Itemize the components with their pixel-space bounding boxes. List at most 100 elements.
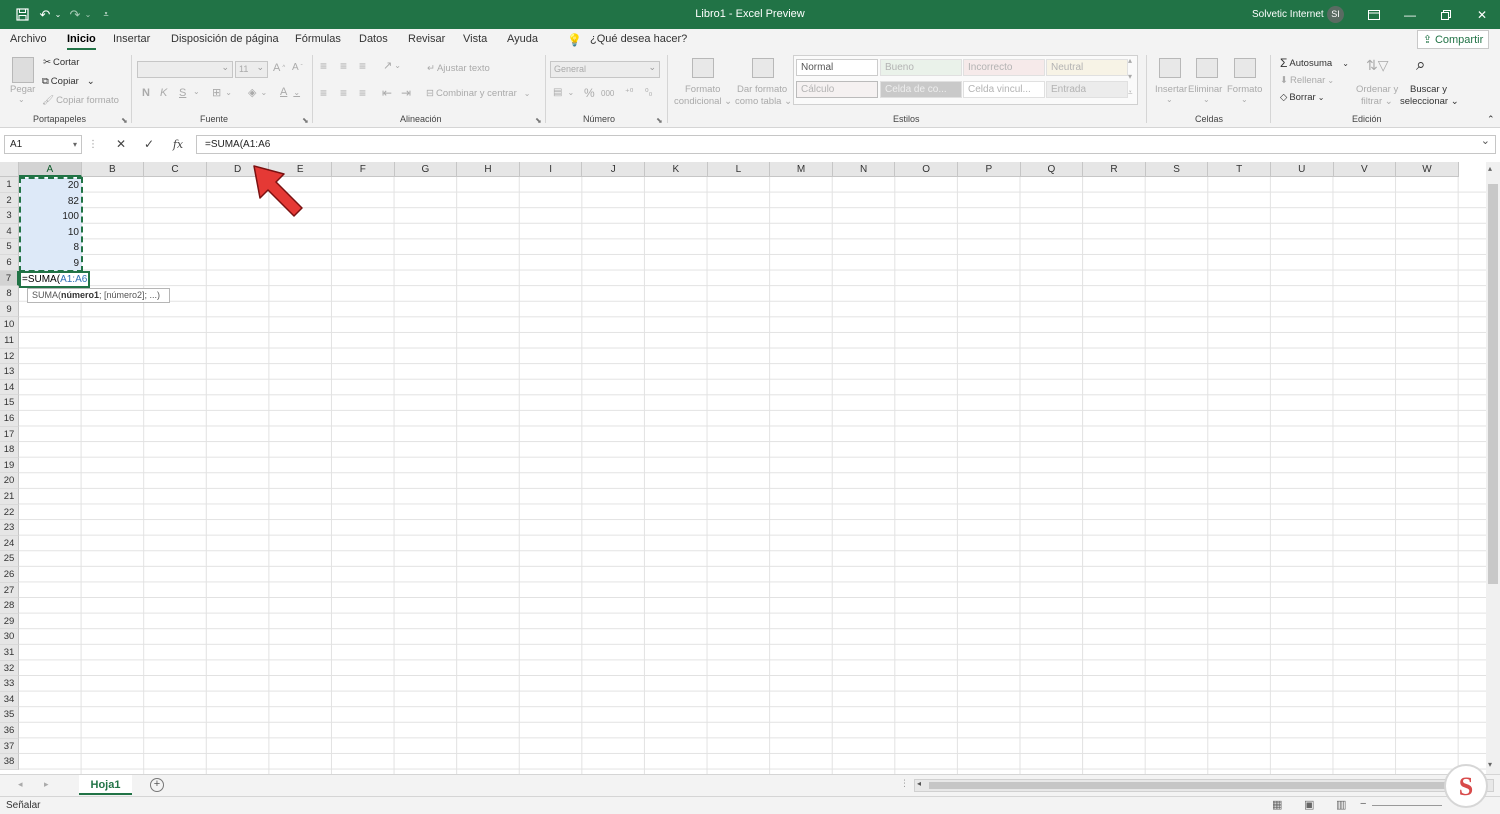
row-header-22[interactable]: 22 xyxy=(0,504,19,521)
delete-cells-button[interactable]: Eliminar xyxy=(1188,84,1222,95)
find-select-button[interactable]: seleccionar ⌄ xyxy=(1400,96,1459,107)
row-header-29[interactable]: 29 xyxy=(0,613,19,630)
tab-vista[interactable]: Vista xyxy=(463,33,487,45)
paste-button[interactable]: Pegar xyxy=(10,84,35,95)
row-header-28[interactable]: 28 xyxy=(0,598,19,614)
column-header-f[interactable]: F xyxy=(332,162,395,177)
tab-insertar[interactable]: Insertar xyxy=(113,33,150,45)
row-header-36[interactable]: 36 xyxy=(0,723,19,739)
style-incorrecto[interactable]: Incorrecto xyxy=(963,59,1045,76)
conditional-format-label[interactable]: Formato xyxy=(685,84,720,95)
tab-formulas[interactable]: Fórmulas xyxy=(295,33,341,45)
prev-sheet-icon[interactable]: ◂ xyxy=(18,779,23,790)
column-header-u[interactable]: U xyxy=(1271,162,1334,177)
column-header-a[interactable]: A xyxy=(19,162,82,177)
cell-a7-editing[interactable]: =SUMA(A1:A6 xyxy=(19,271,90,288)
sort-filter-button[interactable]: filtrar ⌄ xyxy=(1361,96,1393,107)
style-entrada[interactable]: Entrada xyxy=(1046,81,1128,98)
delete-cells-icon[interactable] xyxy=(1196,58,1218,78)
fill-color-icon[interactable]: ◈ ⌄ xyxy=(248,86,267,99)
copy-button[interactable]: ⧉ Copiar ⌄ xyxy=(42,76,95,87)
row-header-16[interactable]: 16 xyxy=(0,411,19,427)
decrease-indent-icon[interactable]: ⇤ xyxy=(382,86,392,100)
increase-indent-icon[interactable]: ⇥ xyxy=(401,86,411,100)
scroll-left-icon[interactable]: ◂ xyxy=(917,779,921,788)
borders-icon[interactable]: ⊞ ⌄ xyxy=(212,86,232,99)
column-header-j[interactable]: J xyxy=(582,162,645,177)
hscroll-thumb[interactable] xyxy=(929,782,1449,789)
style-bueno[interactable]: Bueno xyxy=(880,59,962,76)
number-launcher-icon[interactable]: ⬊ xyxy=(656,116,663,125)
underline-dropdown-icon[interactable]: ⌄ xyxy=(193,87,200,96)
italic-button[interactable]: K xyxy=(160,87,167,99)
share-button[interactable]: ⇪ Compartir xyxy=(1417,30,1489,49)
row-header-1[interactable]: 1 xyxy=(0,177,19,193)
row-header-8[interactable]: 8 xyxy=(0,286,19,302)
grow-font-icon[interactable]: A ^ xyxy=(273,62,285,74)
format-dropdown-icon[interactable]: ⌄ xyxy=(1241,95,1248,104)
format-cells-button[interactable]: Formato xyxy=(1227,84,1262,95)
row-header-23[interactable]: 23 xyxy=(0,520,19,536)
row-header-19[interactable]: 19 xyxy=(0,457,19,474)
column-header-l[interactable]: L xyxy=(707,162,771,177)
column-header-b[interactable]: B xyxy=(81,162,145,177)
search-icon[interactable]: ⌕ xyxy=(1416,55,1426,75)
tab-inicio[interactable]: Inicio xyxy=(67,33,96,50)
row-header-34[interactable]: 34 xyxy=(0,691,19,708)
zoom-slider[interactable] xyxy=(1372,805,1442,806)
ribbon-display-icon[interactable] xyxy=(1356,0,1392,29)
column-header-h[interactable]: H xyxy=(457,162,520,177)
tab-disposicion[interactable]: Disposición de página xyxy=(171,33,279,45)
row-header-5[interactable]: 5 xyxy=(0,239,19,255)
row-header-35[interactable]: 35 xyxy=(0,707,19,723)
restore-icon[interactable] xyxy=(1428,0,1464,29)
row-header-31[interactable]: 31 xyxy=(0,645,19,661)
spreadsheet-grid[interactable]: ABCDEFGHIJKLMNOPQRSTUVW 1 2 3 4 5 6 7 8 9 10 11 12 1… xyxy=(0,162,1500,774)
align-left-icon[interactable]: ≡ xyxy=(320,86,327,100)
column-header-w[interactable]: W xyxy=(1396,162,1459,177)
row-header-38[interactable]: 38 xyxy=(0,754,19,770)
find-label[interactable]: Buscar y xyxy=(1410,84,1447,95)
cell-area[interactable] xyxy=(19,177,1486,774)
close-icon[interactable]: ✕ xyxy=(1464,0,1500,29)
row-header-30[interactable]: 30 xyxy=(0,629,19,645)
tab-datos[interactable]: Datos xyxy=(359,33,388,45)
column-header-k[interactable]: K xyxy=(645,162,708,177)
autosum-button[interactable]: Σ Autosuma ⌄ xyxy=(1280,56,1349,70)
clear-button[interactable]: ◇ Borrar ⌄ xyxy=(1280,92,1324,103)
format-painter-button[interactable]: 🖌 Copiar formato xyxy=(42,95,119,106)
align-right-icon[interactable]: ≡ xyxy=(359,86,366,100)
column-header-g[interactable]: G xyxy=(394,162,458,177)
insert-cells-button[interactable]: Insertar xyxy=(1155,84,1187,95)
align-top-icon[interactable]: ≡ xyxy=(320,59,327,73)
accounting-icon[interactable]: ▤ ⌄ xyxy=(553,87,574,98)
row-header-24[interactable]: 24 xyxy=(0,535,19,552)
align-bottom-icon[interactable]: ≡ xyxy=(359,59,366,73)
row-header-4[interactable]: 4 xyxy=(0,223,19,240)
scroll-thumb[interactable] xyxy=(1488,184,1498,584)
column-header-t[interactable]: T xyxy=(1208,162,1271,177)
row-header-18[interactable]: 18 xyxy=(0,442,19,458)
row-header-3[interactable]: 3 xyxy=(0,208,19,224)
alignment-launcher-icon[interactable]: ⬊ xyxy=(535,116,542,125)
row-header-7[interactable]: 7 xyxy=(0,270,19,287)
clipboard-launcher-icon[interactable]: ⬊ xyxy=(121,116,128,125)
bold-button[interactable]: N xyxy=(142,87,150,99)
sort-filter-icon[interactable]: ⇅▽ xyxy=(1366,57,1389,74)
row-header-25[interactable]: 25 xyxy=(0,551,19,567)
tab-archivo[interactable]: Archivo xyxy=(10,33,47,45)
account-name[interactable]: Solvetic Internet xyxy=(1252,9,1324,20)
next-sheet-icon[interactable]: ▸ xyxy=(44,779,49,790)
row-header-12[interactable]: 12 xyxy=(0,348,19,365)
gallery-more-icon[interactable]: ⩡ xyxy=(1128,88,1133,98)
number-format-select[interactable]: General xyxy=(550,60,660,78)
fill-button[interactable]: ⬇ Rellenar ⌄ xyxy=(1280,75,1334,86)
format-cells-icon[interactable] xyxy=(1234,58,1256,78)
row-header-33[interactable]: 33 xyxy=(0,676,19,692)
row-header-15[interactable]: 15 xyxy=(0,395,19,411)
insert-cells-icon[interactable] xyxy=(1159,58,1181,78)
align-middle-icon[interactable]: ≡ xyxy=(340,59,347,73)
tab-ayuda[interactable]: Ayuda xyxy=(507,33,538,45)
minimize-icon[interactable]: — xyxy=(1392,0,1428,29)
conditional-format-icon[interactable] xyxy=(692,58,714,78)
